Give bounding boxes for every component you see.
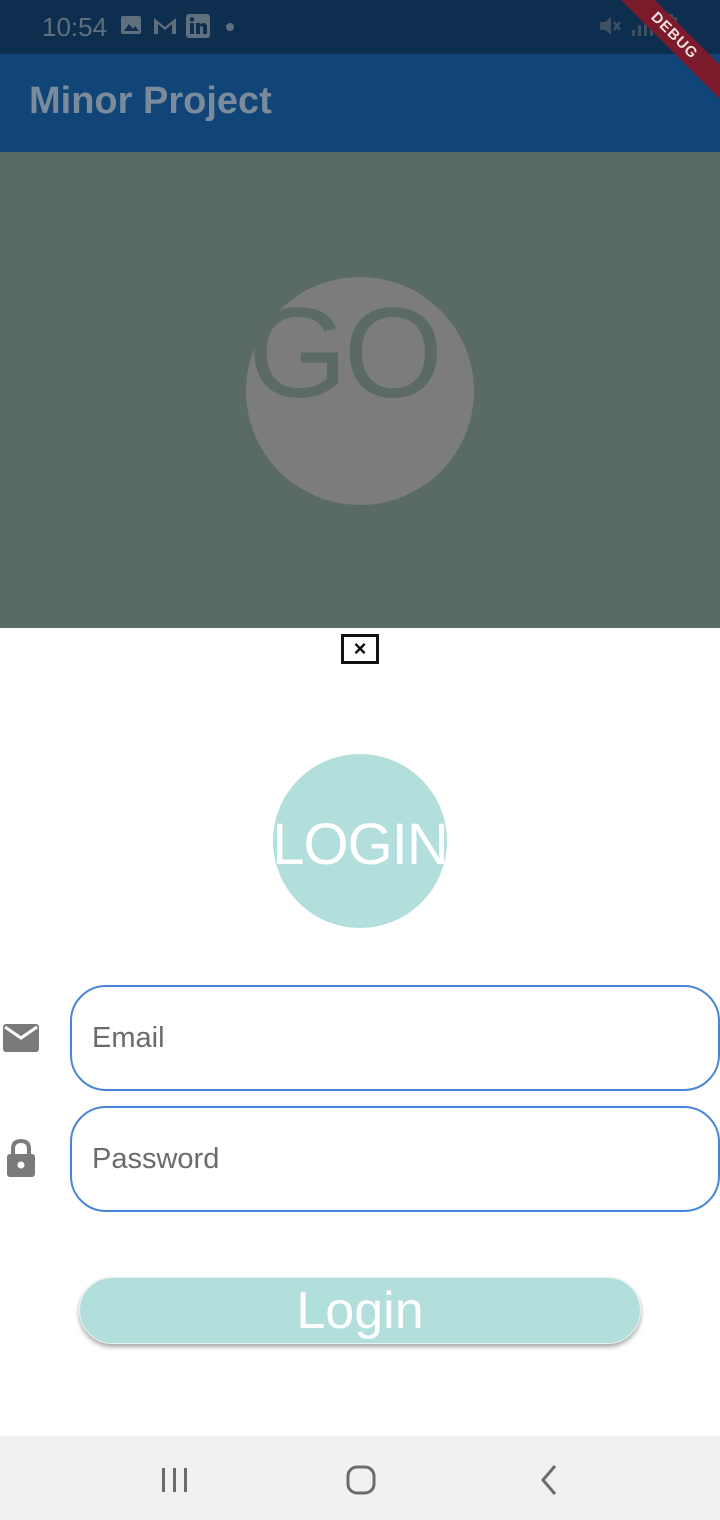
battery-icon	[662, 14, 678, 45]
login-badge-label: LOGIN	[272, 812, 449, 877]
login-button[interactable]: Login	[79, 1277, 641, 1344]
mute-icon	[598, 14, 624, 43]
password-field[interactable]	[92, 1108, 692, 1210]
image-icon	[120, 14, 142, 41]
app-title: Minor Project	[29, 80, 272, 122]
signal-icon	[630, 14, 654, 43]
password-field-container[interactable]	[70, 1106, 720, 1212]
close-icon: ×	[353, 636, 367, 661]
email-field-container[interactable]	[70, 985, 720, 1091]
recents-icon[interactable]	[160, 1458, 190, 1507]
status-time: 10:54	[42, 12, 108, 42]
back-icon[interactable]	[536, 1458, 562, 1507]
email-icon	[2, 1022, 40, 1059]
home-icon[interactable]	[344, 1458, 378, 1507]
close-button[interactable]: ×	[341, 634, 379, 664]
lock-icon	[6, 1138, 36, 1183]
email-field[interactable]	[92, 987, 692, 1089]
gmail-icon	[152, 14, 178, 41]
linkedin-icon	[186, 14, 210, 43]
notification-dot	[226, 23, 234, 31]
go-label: GO	[248, 282, 443, 425]
